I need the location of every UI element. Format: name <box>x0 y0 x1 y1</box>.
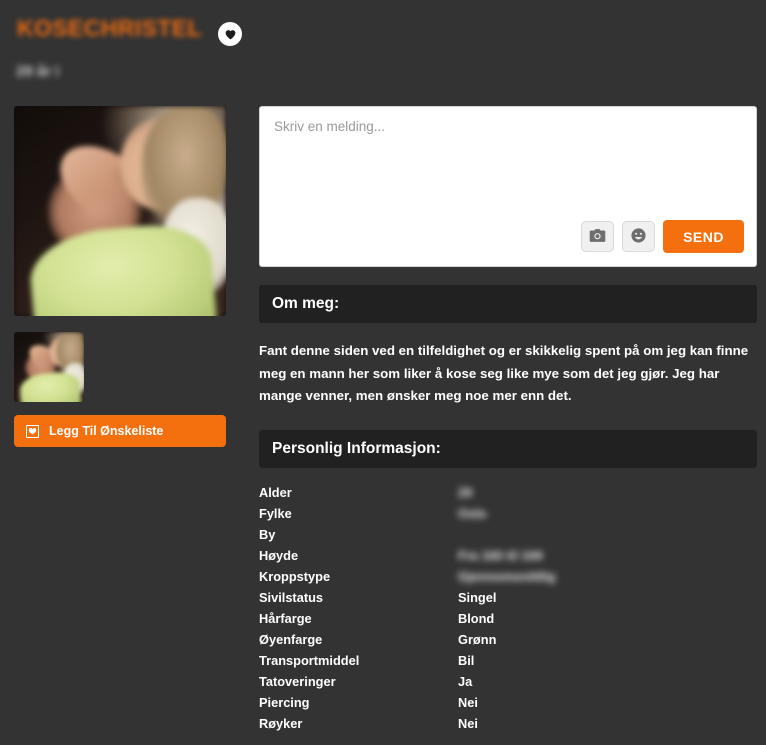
personal-info-value: Grønn <box>458 631 497 647</box>
profile-media-column: Legg Til Ønskeliste <box>14 106 226 447</box>
main-profile-photo[interactable] <box>14 106 226 316</box>
personal-info-value: 29 <box>458 484 473 500</box>
personal-info-value: Fra 160 til 169 <box>458 547 543 563</box>
personal-info-value: Nei <box>458 715 478 731</box>
camera-icon <box>589 228 606 246</box>
thumbnail-artwork <box>14 332 84 402</box>
profile-header: KOSECHRISTEL 29 år i <box>14 10 754 98</box>
personal-info-label: Transportmiddel <box>259 652 360 668</box>
personal-info-value: Oslo <box>458 505 487 521</box>
heart-icon <box>224 28 237 40</box>
personal-info-label: Fylke <box>259 505 292 521</box>
personal-info-row: Hårfarge Blond <box>259 608 757 629</box>
personal-info-rows: Alder 29 Fylke Oslo By Høyde Fra 160 til 169 Kr… <box>259 482 757 734</box>
personal-info-row: Piercing Nei <box>259 692 757 713</box>
personal-info-row: Sivilstatus Singel <box>259 587 757 608</box>
personal-info-label: Hårfarge <box>259 610 312 626</box>
page-title: KOSECHRISTEL <box>17 15 202 41</box>
emoji-button[interactable] <box>622 221 656 252</box>
personal-info-row: Fylke Oslo <box>259 503 757 524</box>
attach-photo-button[interactable] <box>581 221 615 252</box>
personal-info-table: Alder 29 Fylke Oslo By Høyde Fra 160 til 169 Kr… <box>259 482 757 734</box>
personal-info-row: Alder 29 <box>259 482 757 503</box>
personal-info-value <box>458 524 757 545</box>
smiley-icon <box>630 227 647 247</box>
personal-info-section-title: Personlig Informasjon: <box>272 439 441 457</box>
personal-info-value: Ja <box>458 673 473 689</box>
personal-info-label: Sivilstatus <box>259 589 324 605</box>
personal-info-label: Tatoveringer <box>259 673 336 689</box>
personal-info-label: Høyde <box>259 547 299 563</box>
message-input[interactable] <box>274 119 742 215</box>
personal-info-row: Kroppstype Gjennomsnittlig <box>259 566 757 587</box>
photo-artwork <box>14 106 226 316</box>
personal-info-row: Tatoveringer Ja <box>259 671 757 692</box>
personal-info-row: Øyenfarge Grønn <box>259 629 757 650</box>
about-body: Fant denne siden ved en tilfeldighet og … <box>259 343 749 403</box>
personal-info-section-header: Personlig Informasjon: <box>259 429 757 468</box>
personal-info-value: Nei <box>458 694 478 710</box>
favorite-button[interactable] <box>218 22 242 46</box>
personal-info-row: By <box>259 524 757 545</box>
personal-info-label: By <box>259 526 276 542</box>
send-button[interactable]: SEND <box>663 220 744 253</box>
wishlist-icon <box>26 424 39 438</box>
personal-info-value: Singel <box>458 589 497 605</box>
profile-page: KOSECHRISTEL 29 år i Legg Til Ønskeliste… <box>0 0 766 745</box>
profile-subtitle: 29 år i <box>16 63 60 80</box>
thumbnail-item[interactable] <box>14 332 84 402</box>
personal-info-value: Bil <box>458 652 475 668</box>
add-to-wishlist-label: Legg Til Ønskeliste <box>49 424 164 438</box>
personal-info-value: Gjennomsnittlig <box>458 568 556 584</box>
personal-info-label: Piercing <box>259 694 310 710</box>
personal-info-row: Røyker Nei <box>259 713 757 734</box>
personal-info-value: Blond <box>458 610 495 626</box>
message-composer: SEND <box>259 106 757 267</box>
about-section-title: Om meg: <box>272 295 340 312</box>
personal-info-label: Røyker <box>259 715 303 731</box>
thumbnail-strip <box>14 332 84 402</box>
add-to-wishlist-button[interactable]: Legg Til Ønskeliste <box>14 415 226 447</box>
personal-info-row: Høyde Fra 160 til 169 <box>259 545 757 566</box>
personal-info-label: Kroppstype <box>259 568 331 584</box>
about-section-header: Om meg: <box>259 285 757 323</box>
personal-info-label: Øyenfarge <box>259 631 323 647</box>
personal-info-label: Alder <box>259 484 292 500</box>
profile-details-column: SEND Om meg: Fant denne siden ved en til… <box>259 106 757 734</box>
composer-actions: SEND <box>581 220 744 253</box>
personal-info-row: Transportmiddel Bil <box>259 650 757 671</box>
